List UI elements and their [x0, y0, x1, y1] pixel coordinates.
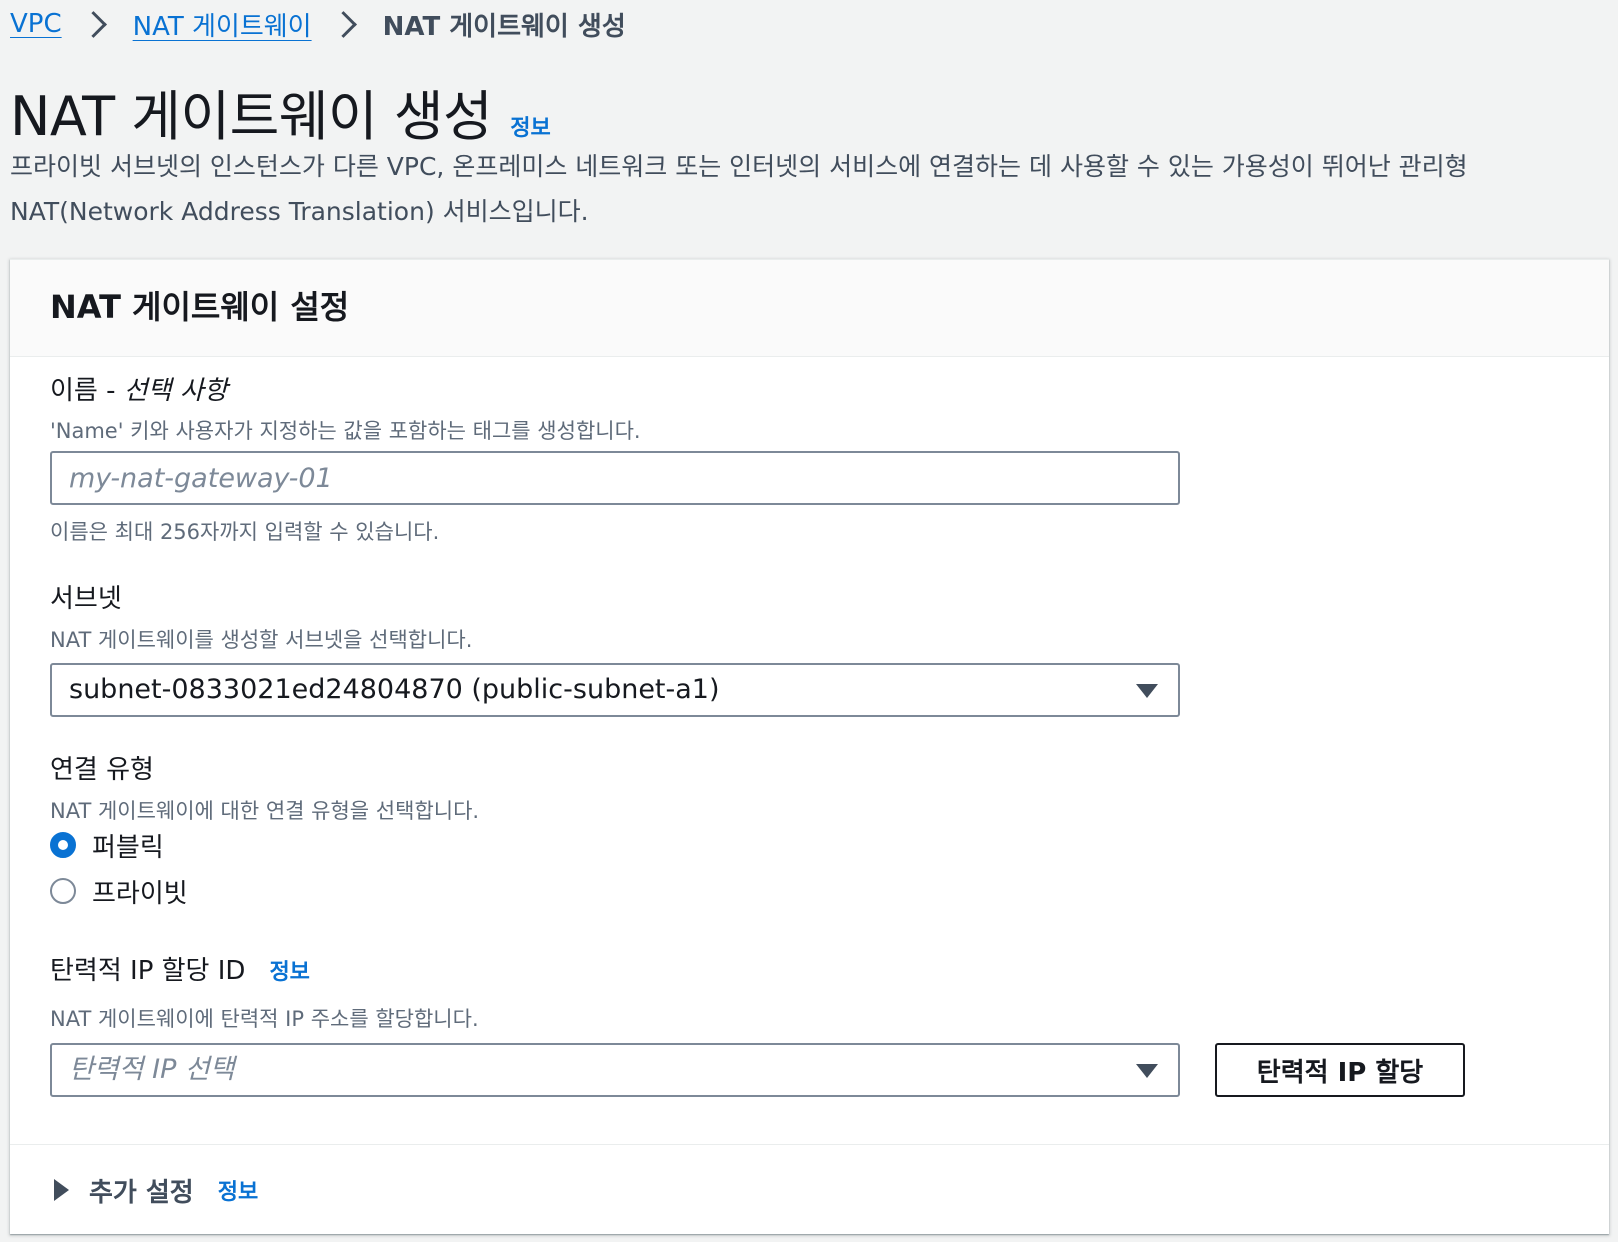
- subnet-select[interactable]: subnet-0833021ed24804870 (public-subnet-…: [50, 663, 1180, 717]
- radio-public[interactable]: 퍼블릭: [50, 828, 164, 863]
- chevron-right-icon: [329, 10, 357, 38]
- breadcrumb: VPC NAT 게이트웨이 NAT 게이트웨이 생성: [10, 4, 626, 44]
- eip-select-placeholder: 탄력적 IP 선택: [69, 1054, 235, 1085]
- caret-down-icon: [1136, 1064, 1158, 1078]
- name-input[interactable]: [50, 451, 1180, 505]
- name-label-text: 이름 -: [50, 376, 124, 406]
- panel-header: NAT 게이트웨이 설정: [10, 260, 1609, 357]
- page-title-text: NAT 게이트웨이 생성: [10, 85, 493, 148]
- breadcrumb-nat-gateways-link[interactable]: NAT 게이트웨이: [133, 6, 312, 43]
- subnet-field-description: NAT 게이트웨이를 생성할 서브넷을 선택합니다.: [50, 628, 473, 652]
- radio-private-label: 프라이빗: [92, 878, 188, 909]
- breadcrumb-vpc-link[interactable]: VPC: [10, 9, 62, 39]
- radio-unchecked-icon[interactable]: [50, 878, 76, 904]
- eip-select[interactable]: 탄력적 IP 선택: [50, 1043, 1180, 1097]
- eip-info-link[interactable]: 정보: [269, 960, 309, 985]
- name-label-optional: 선택 사항: [123, 376, 228, 406]
- connectivity-field-label: 연결 유형: [50, 755, 154, 785]
- name-field-label: 이름 - 선택 사항: [50, 370, 228, 407]
- subnet-field-label: 서브넷: [50, 584, 122, 614]
- eip-field-description: NAT 게이트웨이에 탄력적 IP 주소를 할당합니다.: [50, 1007, 479, 1031]
- allocate-elastic-ip-button[interactable]: 탄력적 IP 할당: [1215, 1043, 1465, 1097]
- additional-settings-toggle[interactable]: 추가 설정 정보: [54, 1170, 258, 1210]
- panel-divider: [10, 1144, 1609, 1145]
- radio-public-label: 퍼블릭: [92, 832, 164, 863]
- eip-field-label: 탄력적 IP 할당 ID 정보: [50, 950, 310, 987]
- radio-checked-icon[interactable]: [50, 832, 76, 858]
- name-field-description: 'Name' 키와 사용자가 지정하는 값을 포함하는 태그를 생성합니다.: [50, 419, 641, 443]
- breadcrumb-current: NAT 게이트웨이 생성: [382, 11, 626, 42]
- panel-title: NAT 게이트웨이 설정: [50, 288, 350, 326]
- nat-gateway-settings-panel: NAT 게이트웨이 설정 이름 - 선택 사항 'Name' 키와 사용자가 지…: [10, 259, 1609, 1234]
- name-constraint-text: 이름은 최대 256자까지 입력할 수 있습니다.: [50, 520, 440, 544]
- page-title: NAT 게이트웨이 생성 정보: [10, 72, 551, 151]
- caret-down-icon: [1136, 684, 1158, 698]
- radio-private[interactable]: 프라이빗: [50, 874, 188, 909]
- caret-right-icon: [54, 1179, 69, 1201]
- eip-label-text: 탄력적 IP 할당 ID: [50, 956, 246, 986]
- connectivity-field-description: NAT 게이트웨이에 대한 연결 유형을 선택합니다.: [50, 799, 480, 823]
- page: VPC NAT 게이트웨이 NAT 게이트웨이 생성 NAT 게이트웨이 생성 …: [0, 0, 1618, 1242]
- additional-settings-label: 추가 설정: [89, 1177, 194, 1208]
- chevron-right-icon: [79, 10, 107, 38]
- subnet-select-value: subnet-0833021ed24804870 (public-subnet-…: [69, 674, 720, 705]
- additional-info-link[interactable]: 정보: [218, 1174, 258, 1206]
- page-info-link[interactable]: 정보: [510, 110, 550, 142]
- page-description: 프라이빗 서브넷의 인스턴스가 다른 VPC, 온프레미스 네트워크 또는 인터…: [10, 152, 1468, 226]
